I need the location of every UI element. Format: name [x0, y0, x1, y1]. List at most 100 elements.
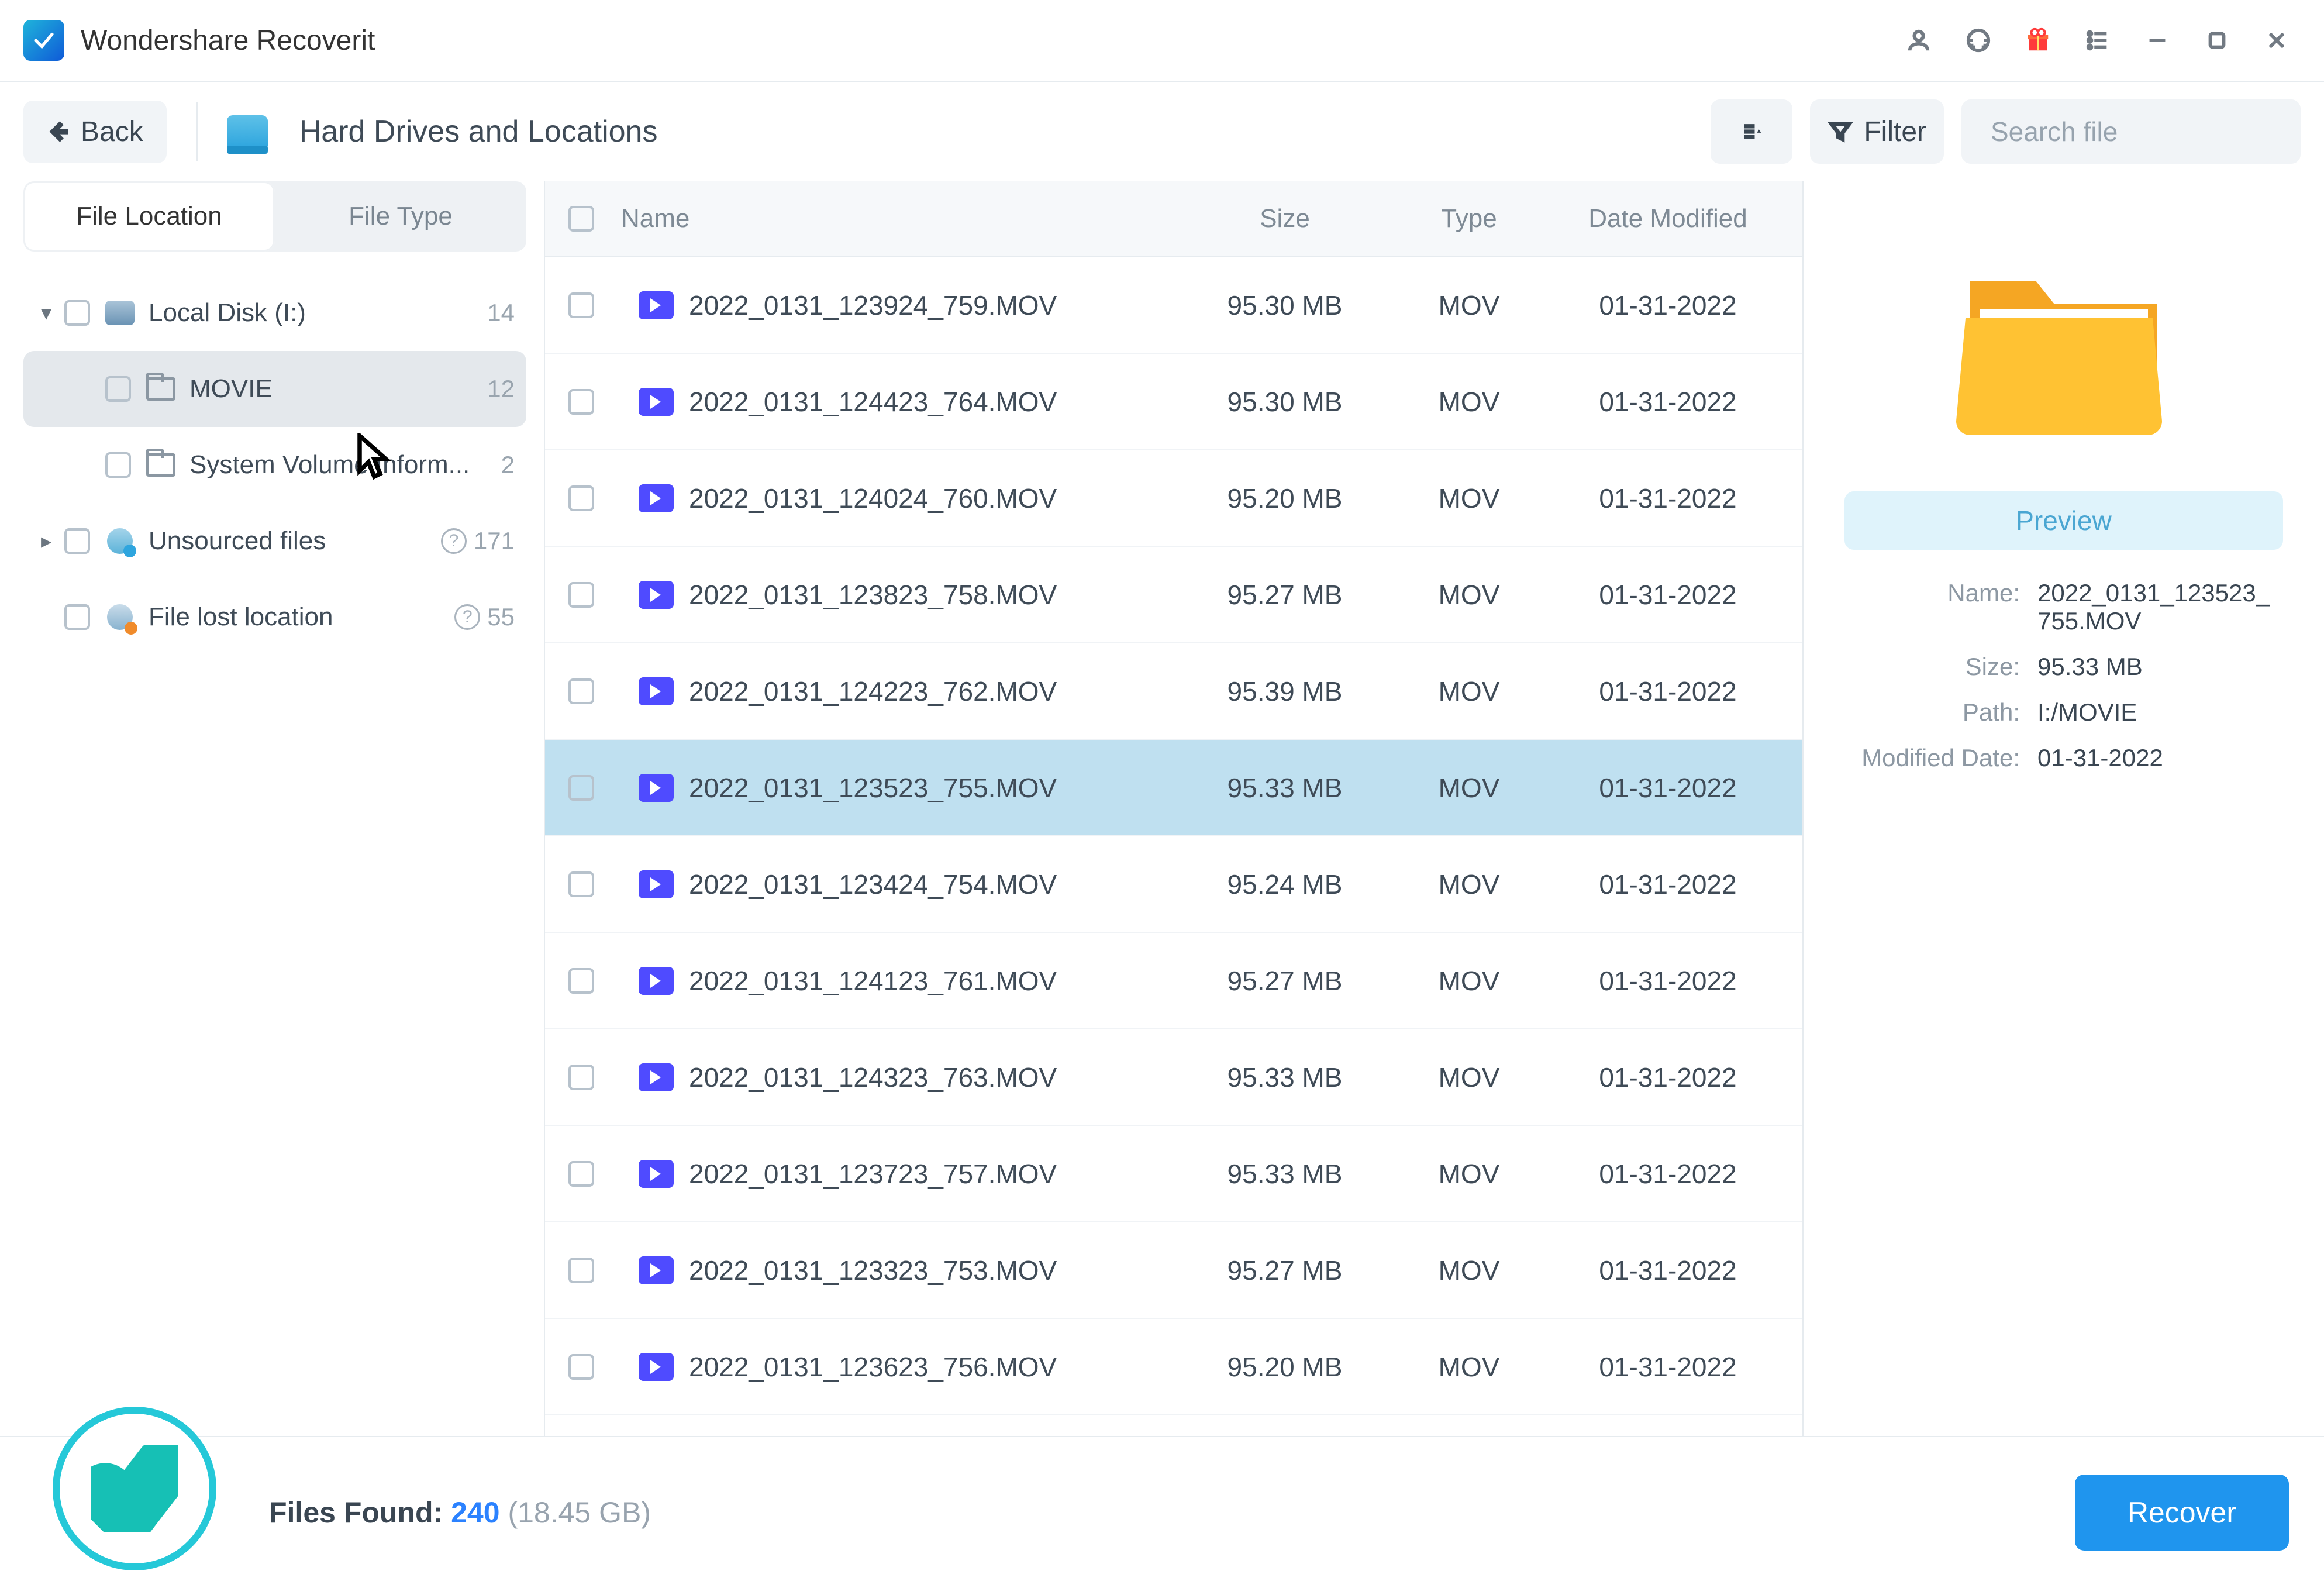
- file-checkbox[interactable]: [568, 1354, 594, 1380]
- tree-item[interactable]: File lost location? 55: [23, 579, 526, 655]
- search-input[interactable]: [1989, 115, 2324, 148]
- meta-size-label: Size:: [1844, 653, 2020, 681]
- file-row[interactable]: 2022_0131_124024_760.MOV95.20 MBMOV01-31…: [545, 450, 1802, 547]
- file-type: MOV: [1381, 772, 1557, 804]
- file-name: 2022_0131_124123_761.MOV: [689, 965, 1188, 997]
- video-icon: [639, 388, 674, 416]
- file-row[interactable]: 2022_0131_124423_764.MOV95.30 MBMOV01-31…: [545, 354, 1802, 450]
- expand-icon[interactable]: ▸: [41, 529, 64, 553]
- file-checkbox[interactable]: [568, 871, 594, 897]
- file-row[interactable]: 2022_0131_123924_759.MOV95.30 MBMOV01-31…: [545, 257, 1802, 354]
- tree-item[interactable]: ▸Unsourced files?171: [23, 503, 526, 579]
- column-type[interactable]: Type: [1381, 204, 1557, 233]
- divider: [196, 102, 198, 161]
- tree-checkbox[interactable]: [64, 604, 90, 630]
- file-row[interactable]: 2022_0131_123424_754.MOV95.24 MBMOV01-31…: [545, 836, 1802, 933]
- maximize-icon[interactable]: [2191, 14, 2243, 67]
- file-name: 2022_0131_123523_755.MOV: [689, 772, 1188, 804]
- column-size[interactable]: Size: [1188, 204, 1381, 233]
- file-checkbox[interactable]: [568, 389, 594, 415]
- search-input-wrapper[interactable]: [1961, 99, 2301, 164]
- files-found-count: 240: [451, 1496, 499, 1529]
- back-button-label: Back: [81, 116, 143, 148]
- gift-icon[interactable]: [2012, 14, 2064, 67]
- file-meta: Name:2022_0131_123523_755.MOV Size:95.33…: [1844, 579, 2283, 772]
- account-icon[interactable]: [1892, 14, 1945, 67]
- file-date: 01-31-2022: [1557, 772, 1779, 804]
- view-mode-button[interactable]: [1711, 99, 1792, 164]
- file-checkbox[interactable]: [568, 775, 594, 801]
- video-icon: [639, 1160, 674, 1188]
- file-type: MOV: [1381, 579, 1557, 611]
- tree-checkbox[interactable]: [64, 528, 90, 554]
- expand-icon[interactable]: ▾: [41, 301, 64, 325]
- file-list-header: Name Size Type Date Modified: [545, 181, 1802, 257]
- file-date: 01-31-2022: [1557, 1062, 1779, 1093]
- minimize-icon[interactable]: [2131, 14, 2184, 67]
- file-checkbox[interactable]: [568, 292, 594, 318]
- tree-checkbox[interactable]: [105, 376, 131, 402]
- tree-item[interactable]: ▾Local Disk (I:)14: [23, 275, 526, 351]
- file-row[interactable]: 2022_0131_123523_755.MOV95.33 MBMOV01-31…: [545, 740, 1802, 836]
- tree-item-label: File lost location: [149, 602, 447, 632]
- meta-modified-value: 01-31-2022: [2037, 744, 2283, 772]
- video-icon: [639, 1353, 674, 1381]
- back-button[interactable]: Back: [23, 101, 167, 163]
- file-checkbox[interactable]: [568, 1161, 594, 1187]
- files-found-size: (18.45 GB): [508, 1496, 651, 1529]
- support-icon[interactable]: [1952, 14, 2005, 67]
- tree-checkbox[interactable]: [105, 452, 131, 478]
- file-size: 95.20 MB: [1188, 483, 1381, 514]
- tree-item[interactable]: MOVIE12: [23, 351, 526, 427]
- file-date: 01-31-2022: [1557, 1255, 1779, 1286]
- column-name[interactable]: Name: [621, 204, 1188, 233]
- file-name: 2022_0131_123623_756.MOV: [689, 1351, 1188, 1383]
- close-icon[interactable]: [2250, 14, 2303, 67]
- tree-item-count: 55: [487, 603, 515, 631]
- file-checkbox[interactable]: [568, 485, 594, 511]
- list-menu-icon[interactable]: [2071, 14, 2124, 67]
- help-icon[interactable]: ?: [441, 528, 467, 554]
- file-checkbox[interactable]: [568, 1258, 594, 1283]
- file-row[interactable]: 2022_0131_124323_763.MOV95.33 MBMOV01-31…: [545, 1029, 1802, 1126]
- file-row[interactable]: 2022_0131_123323_753.MOV95.27 MBMOV01-31…: [545, 1222, 1802, 1319]
- file-checkbox[interactable]: [568, 1065, 594, 1090]
- tree-checkbox[interactable]: [64, 300, 90, 326]
- preview-button[interactable]: Preview: [1844, 491, 2283, 550]
- file-checkbox[interactable]: [568, 582, 594, 608]
- video-icon: [639, 1063, 674, 1091]
- file-list: Name Size Type Date Modified 2022_0131_1…: [544, 181, 1804, 1436]
- file-row[interactable]: 2022_0131_123823_758.MOV95.27 MBMOV01-31…: [545, 547, 1802, 643]
- filter-button[interactable]: Filter: [1810, 99, 1944, 164]
- select-all-checkbox[interactable]: [568, 206, 594, 232]
- location-icon: [107, 604, 133, 630]
- recover-button[interactable]: Recover: [2075, 1475, 2289, 1551]
- scan-complete-icon: [53, 1407, 216, 1570]
- filter-button-label: Filter: [1864, 116, 1926, 148]
- app-logo-icon: [23, 20, 64, 61]
- file-row[interactable]: 2022_0131_124223_762.MOV95.39 MBMOV01-31…: [545, 643, 1802, 740]
- tree-item[interactable]: System Volume Inform...2: [23, 427, 526, 503]
- folder-icon: [146, 377, 175, 401]
- help-icon[interactable]: ?: [454, 604, 480, 630]
- video-icon: [639, 967, 674, 995]
- tree-item-label: MOVIE: [189, 374, 480, 404]
- file-size: 95.20 MB: [1188, 1351, 1381, 1383]
- file-checkbox[interactable]: [568, 678, 594, 704]
- meta-modified-label: Modified Date:: [1844, 744, 2020, 772]
- file-row[interactable]: 2022_0131_123623_756.MOV95.20 MBMOV01-31…: [545, 1319, 1802, 1415]
- files-found-text: Files Found: 240 (18.45 GB): [269, 1496, 651, 1530]
- file-row[interactable]: 2022_0131_124123_761.MOV95.27 MBMOV01-31…: [545, 933, 1802, 1029]
- tab-file-location[interactable]: File Location: [23, 181, 275, 252]
- video-icon: [639, 870, 674, 898]
- file-type: MOV: [1381, 1158, 1557, 1190]
- video-icon: [639, 677, 674, 705]
- file-date: 01-31-2022: [1557, 1158, 1779, 1190]
- column-date[interactable]: Date Modified: [1557, 204, 1779, 233]
- file-row[interactable]: 2022_0131_123723_757.MOV95.33 MBMOV01-31…: [545, 1126, 1802, 1222]
- file-checkbox[interactable]: [568, 968, 594, 994]
- filter-icon: [1828, 119, 1853, 144]
- tab-file-type[interactable]: File Type: [275, 181, 526, 252]
- file-name: 2022_0131_124423_764.MOV: [689, 386, 1188, 418]
- folder-icon: [146, 453, 175, 477]
